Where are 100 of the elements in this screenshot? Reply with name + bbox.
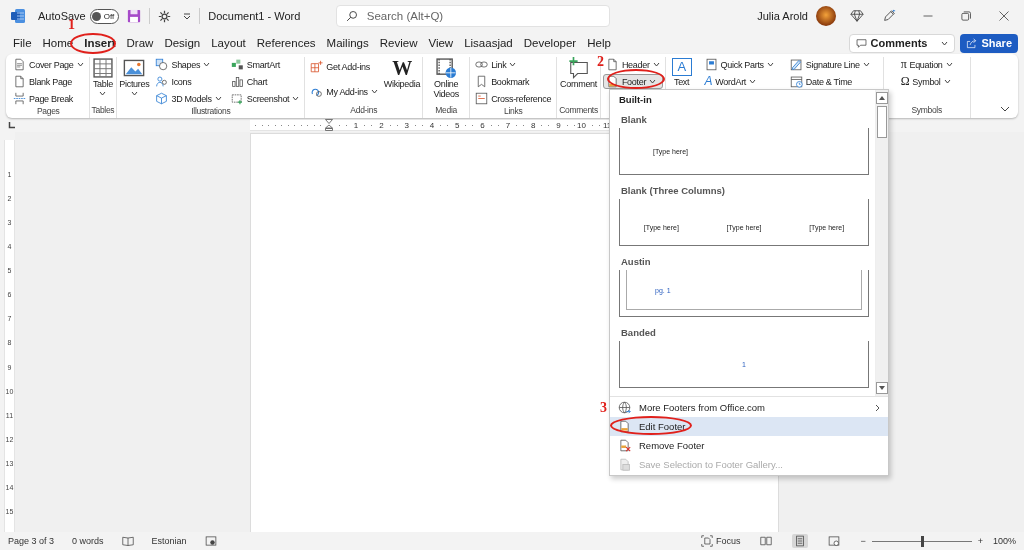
ribbon-button[interactable]: Screenshot [227,91,303,106]
page-count[interactable]: Page 3 of 3 [8,536,55,546]
tab-stop-icon [8,122,15,129]
caret-icon [99,90,107,96]
save-icon [127,9,142,23]
ribbon-button[interactable]: Quick Parts [701,57,777,72]
caret-icon [370,89,378,94]
ribbon-button[interactable]: Footer [602,74,663,89]
zoom-in-button[interactable]: + [977,536,983,546]
page-break-icon [13,92,26,105]
caret-icon [943,79,951,84]
ribbon-button[interactable]: Get Add-ins [307,59,381,74]
people-icon [155,75,169,88]
ribbon-button[interactable]: Table [91,57,114,96]
ruler-number: 9 [556,120,561,130]
ribbon-button[interactable]: Link [472,57,555,72]
ribbon-button[interactable]: A WordArt [701,74,777,89]
customize-icon [158,9,172,23]
ribbon-button[interactable]: Signature Line [786,57,873,72]
ribbon-button[interactable]: Bookmark [472,74,555,89]
ribbon-button[interactable]: Cross-reference [472,91,555,106]
group-label: Links [503,106,524,118]
template-name: Blank (Three Columns) [620,184,726,198]
picture-icon [123,57,146,79]
document-icon [605,75,619,88]
ribbon-button[interactable]: Online Videos [425,57,468,100]
caret-icon [76,62,84,67]
highlight-ellipse [607,69,665,89]
ribbon-button[interactable]: My Add-ins [307,84,381,99]
zoom-slider-thumb[interactable] [920,535,924,547]
ribbon-button[interactable]: 3D Models [152,91,225,106]
ribbon-button[interactable]: Pictures [119,57,150,96]
menu-tab[interactable]: Lisaasjad [459,35,518,51]
view-button[interactable] [758,534,775,548]
group-label: Media [434,105,458,117]
zoom-out-button[interactable]: − [860,536,866,546]
ribbon-button[interactable]: Shapes [152,57,225,72]
menu-item[interactable]: Edit Footer [610,417,888,436]
menu-tab[interactable]: View [423,35,459,51]
menu-tab[interactable]: Review [374,35,423,51]
document-title: Document1 - Word [208,10,301,22]
scrollbar[interactable] [875,90,888,396]
ribbon-button[interactable]: Blank Page [10,74,87,89]
caret-icon [130,90,138,96]
autosave-toggle[interactable]: Off [89,8,120,24]
menu-tab[interactable]: Help [582,35,616,51]
menu-tab[interactable]: Draw [121,35,159,51]
menu-tab[interactable]: Layout [206,35,251,51]
ribbon-button[interactable]: Date & Time [786,74,873,89]
group-label: Illustrations [190,106,232,118]
caret-icon [649,79,657,84]
caret-icon [183,12,192,20]
chevron-right-icon [875,403,880,412]
word-count[interactable]: 0 words [72,536,104,546]
focus-button[interactable]: Focus [700,535,741,547]
comments-button[interactable]: Comments [848,33,956,53]
ribbon-button[interactable]: π Equation [897,57,956,72]
caret-icon [941,40,949,46]
share-button[interactable]: Share [960,33,1018,53]
shapes-icon [155,58,169,71]
ribbon-button[interactable]: W Wikipedia [383,57,421,90]
avatar[interactable] [816,6,836,26]
ribbon-button[interactable]: Ω Symbol [897,74,956,89]
ribbon-button[interactable]: Comment [560,57,597,90]
group-label: Symbols [910,105,943,117]
view-button[interactable] [826,534,843,548]
caret-icon [862,62,870,67]
book-icon [121,535,134,547]
view-button[interactable] [792,534,809,548]
menu-tab[interactable]: References [251,35,321,51]
menu-tab[interactable]: Design [159,35,206,51]
caret-icon [509,62,517,67]
caret-icon [766,62,774,67]
caret-icon [214,96,222,101]
menu-tab[interactable]: Developer [518,35,582,51]
document-icon [605,58,619,71]
ruler-number: 8 [530,120,536,130]
language-label[interactable]: Estonian [151,536,187,546]
pen-icon [882,9,896,23]
ribbon-button[interactable]: Chart [227,74,303,89]
zoom-level[interactable]: 100% [992,536,1016,546]
ribbon-button[interactable]: Page Break [10,91,87,106]
search-field[interactable]: Search (Alt+Q) [335,5,610,27]
ruler-number: 6 [480,120,485,130]
print-layout-icon [794,535,807,547]
ribbon-button[interactable]: Cover Page [10,57,87,72]
menu-tab[interactable]: Mailings [321,35,374,51]
menu-item[interactable]: Remove Footer [610,436,888,455]
gallery-heading: Built-in [619,94,653,107]
ribbon-button[interactable]: SmartArt [227,57,303,72]
ruler-number: 4 [429,120,435,130]
comment-icon [567,57,590,79]
document-remove-icon [618,439,631,452]
step-number: 2 [597,55,604,69]
document-icon [13,58,26,71]
menu-item[interactable]: More Footers from Office.com [610,398,888,417]
scrollbar-thumb[interactable] [877,106,887,138]
ribbon-button[interactable]: Icons [152,74,225,89]
menu-tab[interactable]: File [8,35,37,51]
close-icon [998,10,1010,22]
